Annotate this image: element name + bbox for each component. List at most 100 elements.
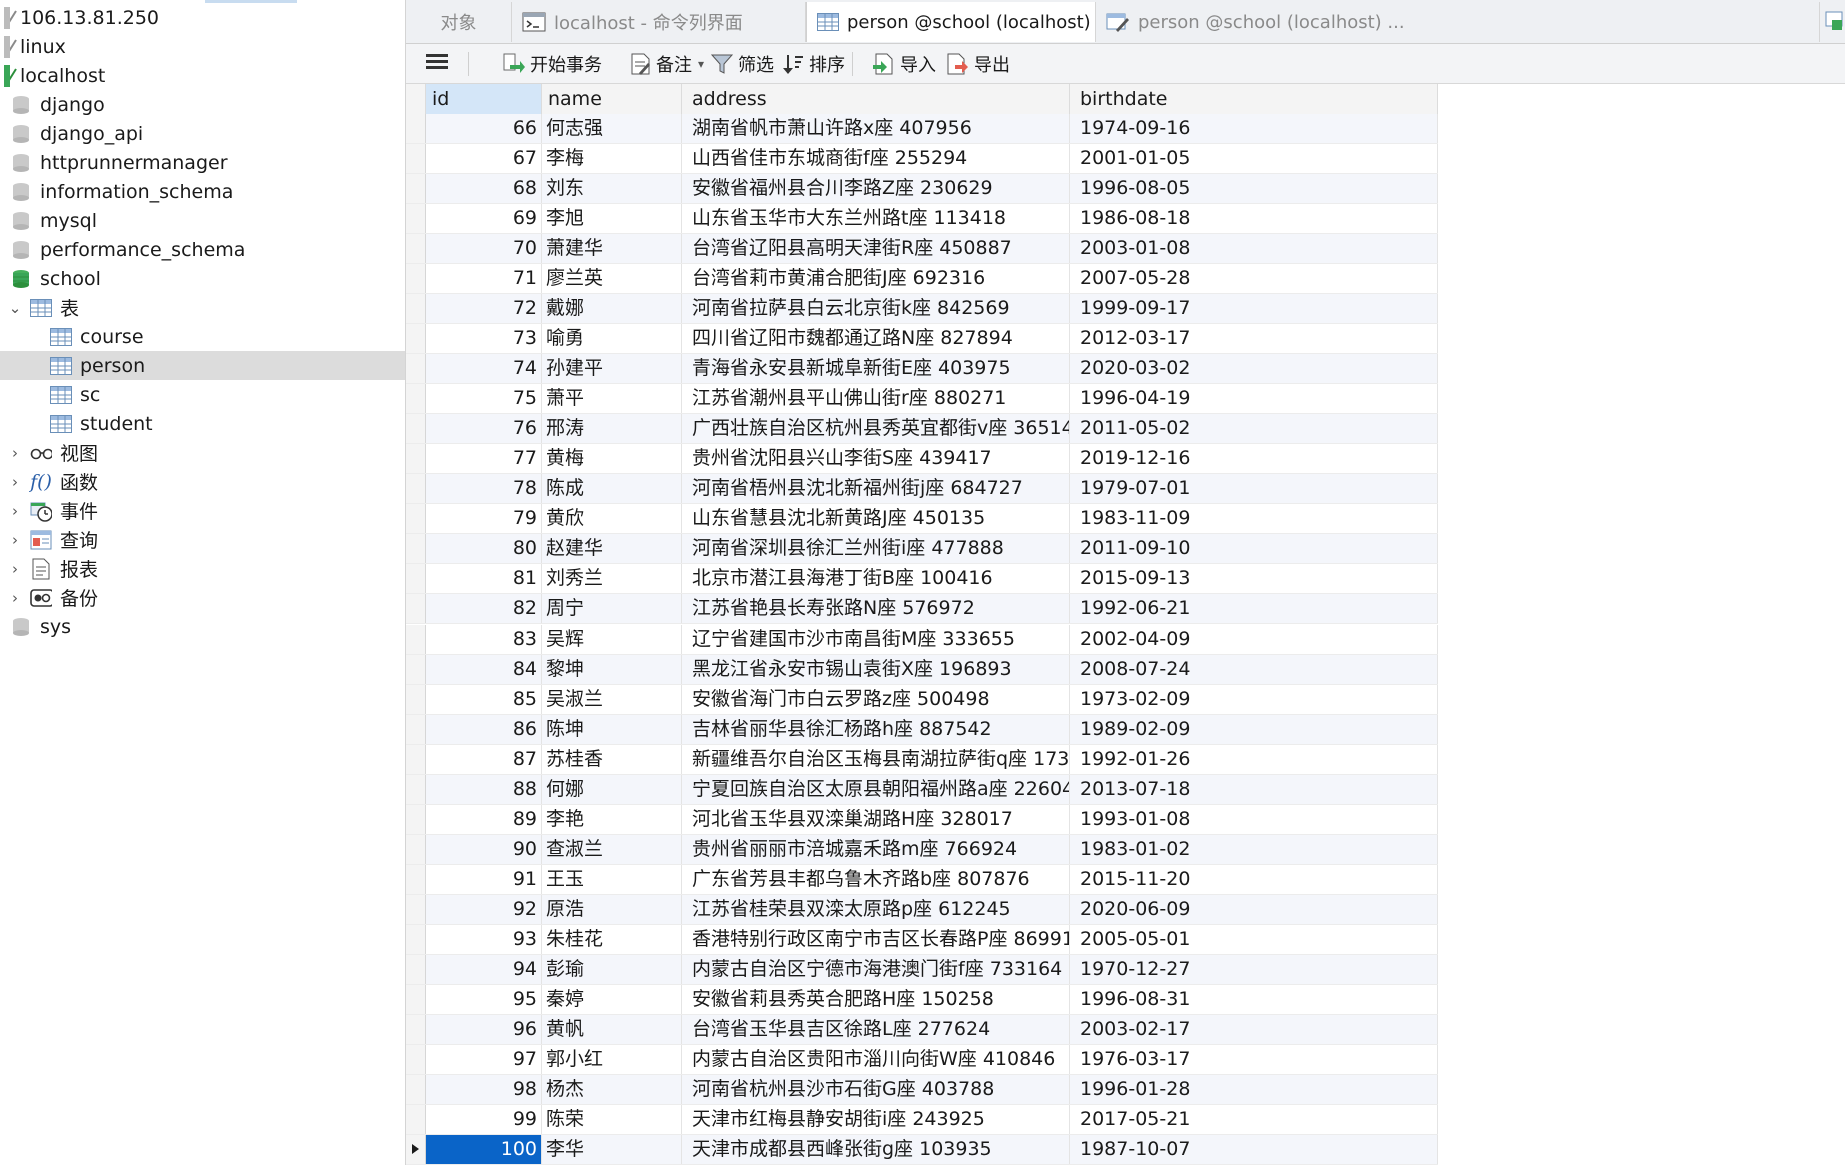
- cell-address[interactable]: 安徽省海门市白云罗路z座 500498: [682, 684, 1070, 714]
- cell-birthdate[interactable]: 1987-10-07: [1070, 1135, 1438, 1165]
- begin-transaction-button[interactable]: 开始事务: [502, 48, 602, 79]
- cell-address[interactable]: 安徽省福州县合川李路Z座 230629: [682, 174, 1070, 204]
- row-indicator[interactable]: [406, 654, 426, 684]
- row-indicator[interactable]: [406, 594, 426, 624]
- cell-name[interactable]: 李梅: [542, 144, 682, 174]
- cell-birthdate[interactable]: 1983-01-02: [1070, 834, 1438, 864]
- cell-name[interactable]: 苏桂香: [542, 744, 682, 774]
- cell-name[interactable]: 杨杰: [542, 1074, 682, 1104]
- tab-objects[interactable]: 对象: [406, 2, 512, 42]
- cell-birthdate[interactable]: 2015-09-13: [1070, 564, 1438, 594]
- row-indicator[interactable]: [406, 264, 426, 294]
- cell-name[interactable]: 朱桂花: [542, 924, 682, 954]
- row-indicator[interactable]: [406, 924, 426, 954]
- chevron-right-icon[interactable]: ›: [8, 583, 22, 612]
- cell-id[interactable]: 86: [426, 714, 542, 744]
- table-row[interactable]: 86 陈坤 吉林省丽华县徐汇杨路h座 887542 1989-02-09: [406, 714, 1438, 745]
- cell-id[interactable]: 75: [426, 384, 542, 414]
- row-indicator[interactable]: [406, 414, 426, 444]
- row-indicator[interactable]: [406, 1074, 426, 1104]
- cell-name[interactable]: 邢涛: [542, 414, 682, 444]
- cell-address[interactable]: 河南省杭州县沙市石街G座 403788: [682, 1074, 1070, 1104]
- cell-address[interactable]: 香港特别行政区南宁市吉区长春路P座 869912: [682, 924, 1070, 954]
- cell-birthdate[interactable]: 1976-03-17: [1070, 1044, 1438, 1074]
- cell-name[interactable]: 刘东: [542, 174, 682, 204]
- cell-id[interactable]: 98: [426, 1074, 542, 1104]
- table-row[interactable]: 77 黄梅 贵州省沈阳县兴山李街S座 439417 2019-12-16: [406, 444, 1438, 475]
- cell-id[interactable]: 90: [426, 834, 542, 864]
- chevron-right-icon[interactable]: ›: [8, 467, 22, 496]
- table-row[interactable]: 69 李旭 山东省玉华市大东兰州路t座 113418 1986-08-18: [406, 204, 1438, 235]
- cell-id[interactable]: 70: [426, 234, 542, 264]
- cell-birthdate[interactable]: 1970-12-27: [1070, 954, 1438, 984]
- row-indicator[interactable]: [406, 294, 426, 324]
- cell-address[interactable]: 广西壮族自治区杭州县秀英宜都街v座 365145: [682, 414, 1070, 444]
- cell-id[interactable]: 95: [426, 984, 542, 1014]
- cell-birthdate[interactable]: 2011-05-02: [1070, 414, 1438, 444]
- table-row[interactable]: 94 彭瑜 内蒙古自治区宁德市海港澳门街f座 733164 1970-12-27: [406, 954, 1438, 985]
- cell-id[interactable]: 67: [426, 144, 542, 174]
- table-row[interactable]: 97 郭小红 内蒙古自治区贵阳市淄川向街W座 410846 1976-03-17: [406, 1044, 1438, 1075]
- cell-name[interactable]: 王玉: [542, 864, 682, 894]
- cell-birthdate[interactable]: 1996-01-28: [1070, 1074, 1438, 1104]
- menu-button[interactable]: [426, 48, 448, 79]
- cell-birthdate[interactable]: 1996-04-19: [1070, 384, 1438, 414]
- row-indicator[interactable]: [406, 144, 426, 174]
- row-indicator[interactable]: [406, 474, 426, 504]
- tree-table-person[interactable]: person: [0, 351, 405, 380]
- row-indicator[interactable]: [406, 684, 426, 714]
- cell-address[interactable]: 安徽省莉县秀英合肥路H座 150258: [682, 984, 1070, 1014]
- cell-address[interactable]: 青海省永安县新城阜新街E座 403975: [682, 354, 1070, 384]
- row-indicator[interactable]: [406, 864, 426, 894]
- cell-address[interactable]: 山西省佳市东城商街f座 255294: [682, 144, 1070, 174]
- cell-address[interactable]: 湖南省帆市萧山许路x座 407956: [682, 114, 1070, 143]
- cell-birthdate[interactable]: 1992-01-26: [1070, 744, 1438, 774]
- cell-id[interactable]: 87: [426, 744, 542, 774]
- cell-id[interactable]: 72: [426, 294, 542, 324]
- table-row[interactable]: 68 刘东 安徽省福州县合川李路Z座 230629 1996-08-05: [406, 174, 1438, 205]
- table-row[interactable]: 96 黄帆 台湾省玉华县吉区徐路L座 277624 2003-02-17: [406, 1014, 1438, 1045]
- cell-id[interactable]: 68: [426, 174, 542, 204]
- table-row[interactable]: 98 杨杰 河南省杭州县沙市石街G座 403788 1996-01-28: [406, 1074, 1438, 1105]
- tree-folder-queries[interactable]: › 查询: [0, 525, 405, 554]
- table-row[interactable]: 88 何娜 宁夏回族自治区太原县朝阳福州路a座 226043 2013-07-18: [406, 774, 1438, 805]
- cell-id[interactable]: 88: [426, 774, 542, 804]
- cell-birthdate[interactable]: 1996-08-31: [1070, 984, 1438, 1014]
- cell-name[interactable]: 萧平: [542, 384, 682, 414]
- cell-name[interactable]: 萧建华: [542, 234, 682, 264]
- row-indicator[interactable]: [406, 324, 426, 354]
- cell-birthdate[interactable]: 1974-09-16: [1070, 114, 1438, 143]
- cell-name[interactable]: 黄梅: [542, 444, 682, 474]
- row-indicator[interactable]: [406, 744, 426, 774]
- cell-id[interactable]: 89: [426, 804, 542, 834]
- cell-address[interactable]: 北京市潜江县海港丁街B座 100416: [682, 564, 1070, 594]
- cell-id[interactable]: 81: [426, 564, 542, 594]
- cell-birthdate[interactable]: 2017-05-21: [1070, 1104, 1438, 1134]
- cell-name[interactable]: 彭瑜: [542, 954, 682, 984]
- table-row[interactable]: 95 秦婷 安徽省莉县秀英合肥路H座 150258 1996-08-31: [406, 984, 1438, 1015]
- cell-birthdate[interactable]: 1992-06-21: [1070, 594, 1438, 624]
- table-row[interactable]: 80 赵建华 河南省深圳县徐汇兰州街i座 477888 2011-09-10: [406, 534, 1438, 565]
- cell-address[interactable]: 贵州省沈阳县兴山李街S座 439417: [682, 444, 1070, 474]
- column-header-birthdate[interactable]: birthdate: [1070, 84, 1438, 114]
- cell-birthdate[interactable]: 1993-01-08: [1070, 804, 1438, 834]
- cell-birthdate[interactable]: 2012-03-17: [1070, 324, 1438, 354]
- table-row[interactable]: 71 廖兰英 台湾省莉市黄浦合肥街J座 692316 2007-05-28: [406, 264, 1438, 295]
- cell-id[interactable]: 91: [426, 864, 542, 894]
- cell-id[interactable]: 97: [426, 1044, 542, 1074]
- tree-table-student[interactable]: student: [0, 409, 405, 438]
- chevron-right-icon[interactable]: ›: [8, 438, 22, 467]
- cell-address[interactable]: 宁夏回族自治区太原县朝阳福州路a座 226043: [682, 774, 1070, 804]
- row-indicator[interactable]: [406, 834, 426, 864]
- tab-person-data[interactable]: person @school (localhost) ...: [806, 2, 1096, 42]
- tree-folder-tables[interactable]: ⌄ 表: [0, 293, 405, 322]
- cell-birthdate[interactable]: 2003-02-17: [1070, 1014, 1438, 1044]
- tree-database-item[interactable]: sys: [0, 612, 405, 641]
- cell-name[interactable]: 原浩: [542, 894, 682, 924]
- export-button[interactable]: 导出: [946, 48, 1010, 79]
- row-indicator[interactable]: [406, 624, 426, 654]
- chevron-down-icon[interactable]: ⌄: [8, 293, 22, 322]
- cell-id[interactable]: 96: [426, 1014, 542, 1044]
- tab-person-design[interactable]: person @school (localhost) ...: [1096, 2, 1820, 42]
- tree-folder-reports[interactable]: › 报表: [0, 554, 405, 583]
